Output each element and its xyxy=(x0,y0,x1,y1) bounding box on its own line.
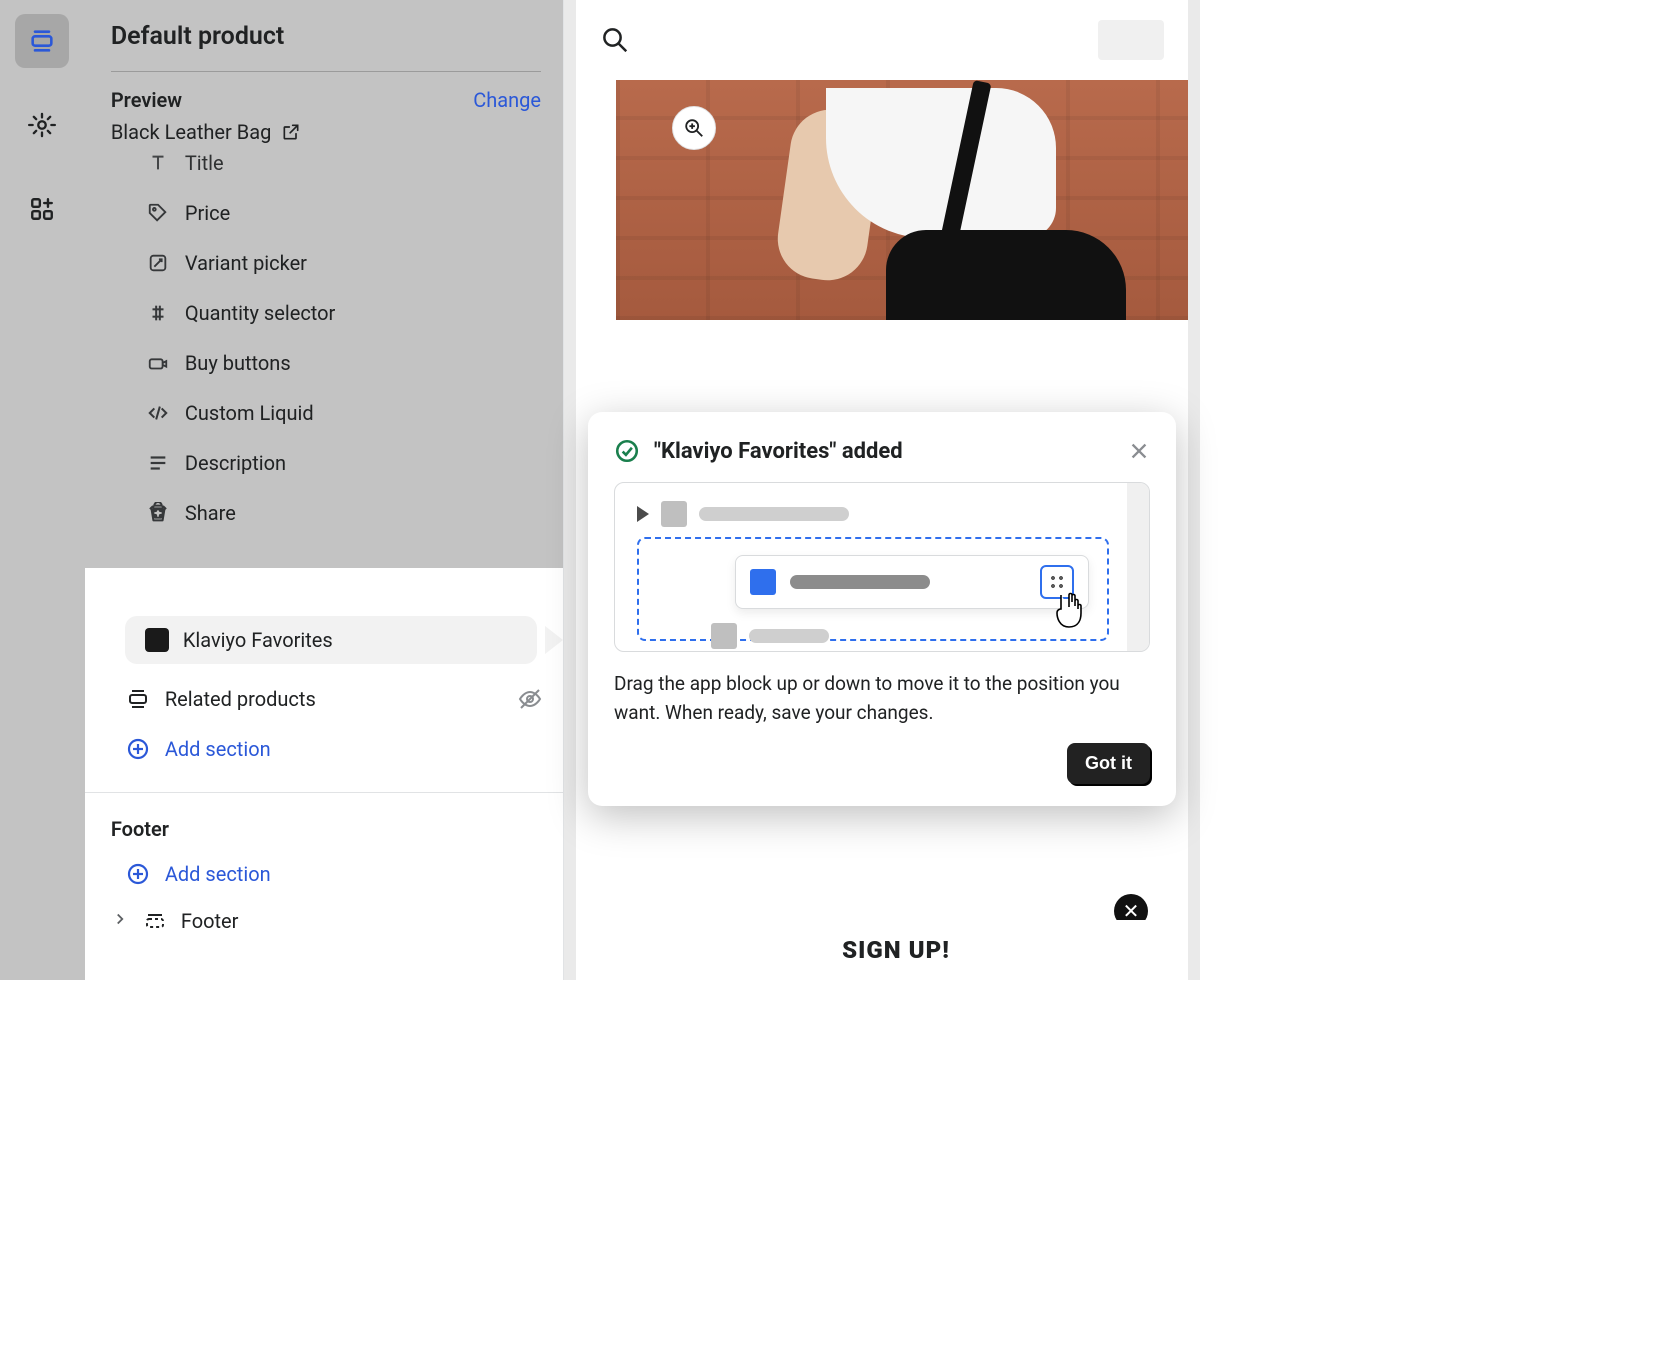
code-icon xyxy=(145,400,171,426)
highlight-label: Klaviyo Favorites xyxy=(183,628,333,652)
block-label: Description xyxy=(185,451,286,475)
variant-icon xyxy=(145,250,171,276)
added-tooltip: "Klaviyo Favorites" added xyxy=(588,412,1176,806)
change-link[interactable]: Change xyxy=(473,88,541,112)
footer-item[interactable]: Footer xyxy=(85,899,563,943)
footer-icon xyxy=(143,909,167,933)
block-description[interactable]: Description xyxy=(85,438,563,488)
store-logo xyxy=(1098,20,1164,60)
section-divider xyxy=(85,792,563,793)
preview-label: Preview xyxy=(111,88,182,112)
sidebar-panel: Default product Preview Change Black Lea… xyxy=(85,0,564,980)
hidden-icon[interactable] xyxy=(517,686,543,712)
add-section-label: Add section xyxy=(165,862,271,886)
preview-pane: "Klaviyo Favorites" added xyxy=(564,0,1200,980)
preview-product-name: Black Leather Bag xyxy=(111,120,272,144)
share-icon xyxy=(145,500,171,526)
block-buy-buttons[interactable]: Buy buttons xyxy=(85,338,563,388)
block-quantity-selector[interactable]: Quantity selector xyxy=(85,288,563,338)
plus-circle-icon xyxy=(125,736,151,762)
chevron-right-icon xyxy=(111,909,129,933)
block-label: Title xyxy=(185,154,224,175)
description-icon xyxy=(145,450,171,476)
external-link-icon xyxy=(281,122,301,142)
block-label: Price xyxy=(185,201,230,225)
product-image xyxy=(616,80,1188,320)
footer-label: Footer xyxy=(181,909,239,933)
price-icon xyxy=(145,200,171,226)
preview-topbar xyxy=(576,0,1188,80)
block-related-products[interactable]: Related products xyxy=(85,674,563,724)
tooltip-illustration xyxy=(614,482,1150,652)
footer-heading: Footer xyxy=(85,811,563,849)
buy-icon xyxy=(145,350,171,376)
block-label: Variant picker xyxy=(185,251,307,275)
app-block-icon xyxy=(145,628,169,652)
close-icon[interactable] xyxy=(1128,440,1150,462)
block-klaviyo-favorites[interactable]: Klaviyo Favorites xyxy=(125,616,537,664)
check-circle-icon xyxy=(614,438,640,464)
add-section-main[interactable]: Add section xyxy=(85,724,563,774)
title-icon xyxy=(145,154,171,176)
zoom-button[interactable] xyxy=(672,106,716,150)
block-variant-picker[interactable]: Variant picker xyxy=(85,238,563,288)
block-list: Title Price Variant picker Quantity sele… xyxy=(85,154,563,568)
sections-icon xyxy=(28,27,56,55)
add-section-footer[interactable]: Add section xyxy=(85,849,563,899)
preview-product-row[interactable]: Black Leather Bag xyxy=(111,120,541,144)
tooltip-pointer xyxy=(545,626,563,654)
tooltip-body: Drag the app block up or down to move it… xyxy=(614,670,1150,727)
block-label: Quantity selector xyxy=(185,301,335,325)
got-it-button[interactable]: Got it xyxy=(1067,743,1150,784)
rail-sections-button[interactable] xyxy=(15,14,69,68)
panel-header: Default product Preview Change Black Lea… xyxy=(85,0,563,154)
rail-apps-button[interactable] xyxy=(15,182,69,236)
gear-icon xyxy=(28,111,56,139)
search-icon[interactable] xyxy=(600,25,630,55)
block-label: Buy buttons xyxy=(185,351,291,375)
block-custom-liquid[interactable]: Custom Liquid xyxy=(85,388,563,438)
rail-settings-button[interactable] xyxy=(15,98,69,152)
related-label: Related products xyxy=(165,687,316,711)
block-price[interactable]: Price xyxy=(85,188,563,238)
lower-panel: Klaviyo Favorites Related products Add s… xyxy=(85,568,563,943)
plus-circle-icon xyxy=(125,861,151,887)
add-section-label: Add section xyxy=(165,737,271,761)
block-label: Custom Liquid xyxy=(185,401,314,425)
signup-text: SIGN UP! xyxy=(842,936,950,964)
panel-title: Default product xyxy=(111,22,541,51)
model-illustration xyxy=(736,80,1036,320)
block-share[interactable]: Share xyxy=(85,488,563,538)
tooltip-title: "Klaviyo Favorites" added xyxy=(654,439,903,464)
apps-icon xyxy=(29,196,55,222)
block-title[interactable]: Title xyxy=(85,154,563,188)
block-label: Share xyxy=(185,501,236,525)
related-icon xyxy=(125,686,151,712)
panel-divider xyxy=(111,71,541,72)
quantity-icon xyxy=(145,300,171,326)
left-rail xyxy=(0,0,85,980)
preview-card: "Klaviyo Favorites" added xyxy=(576,0,1188,980)
signup-popup[interactable]: SIGN UP! xyxy=(616,920,1176,980)
